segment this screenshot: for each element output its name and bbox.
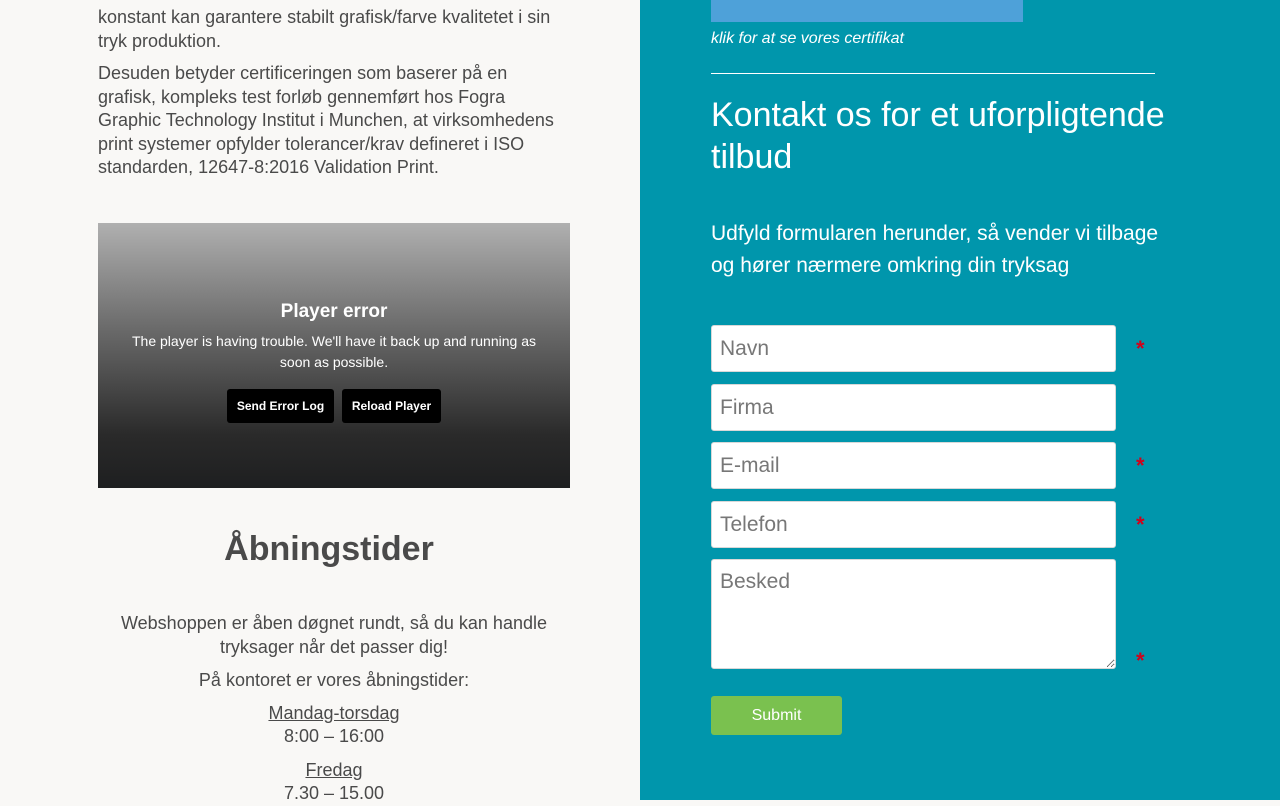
intro-paragraph-partial: konstant kan garantere stabilt grafisk/f… xyxy=(98,7,551,51)
phone-required-marker: * xyxy=(1136,512,1145,537)
reload-player-button[interactable]: Reload Player xyxy=(342,389,441,423)
certification-paragraph: Desuden betyder certificeringen som base… xyxy=(98,63,554,177)
submit-button[interactable]: Submit xyxy=(711,696,842,735)
webshop-hours-text: Webshoppen er åben døgnet rundt, så du k… xyxy=(121,613,547,657)
name-field[interactable] xyxy=(711,325,1116,372)
left-column: konstant kan garantere stabilt grafisk/f… xyxy=(0,0,640,803)
weekdays-time: 8:00 – 16:00 xyxy=(283,726,385,746)
contact-subtitle: Udfyld formularen herunder, så vender vi… xyxy=(711,222,1159,277)
name-required-marker: * xyxy=(1136,336,1145,361)
email-field[interactable] xyxy=(711,442,1116,489)
message-field[interactable] xyxy=(711,559,1116,669)
phone-field[interactable] xyxy=(711,501,1116,548)
message-required-marker: * xyxy=(1136,648,1145,673)
send-error-log-button[interactable]: Send Error Log xyxy=(227,389,334,423)
certificate-link[interactable]: klik for at se vores certifikat xyxy=(711,30,904,48)
player-error-title: Player error xyxy=(280,301,388,322)
contact-title: Kontakt os for et uforpligtende tilbud xyxy=(711,96,1165,176)
opening-hours-title: Åbningstider xyxy=(224,530,434,568)
video-player[interactable]: Player error The player is having troubl… xyxy=(98,223,570,488)
contact-column: klik for at se vores certifikat Kontakt … xyxy=(640,0,1280,800)
divider xyxy=(711,73,1155,74)
company-field[interactable] xyxy=(711,384,1116,431)
weekdays-label: Mandag-torsdag xyxy=(268,703,400,723)
player-error-message: The player is having trouble. We'll have… xyxy=(132,333,536,370)
friday-label: Fredag xyxy=(305,760,363,780)
email-required-marker: * xyxy=(1136,453,1145,478)
certificate-image[interactable] xyxy=(711,0,1023,22)
office-hours-intro: På kontoret er vores åbningstider: xyxy=(198,670,470,690)
friday-time: 7.30 – 15.00 xyxy=(283,783,385,803)
